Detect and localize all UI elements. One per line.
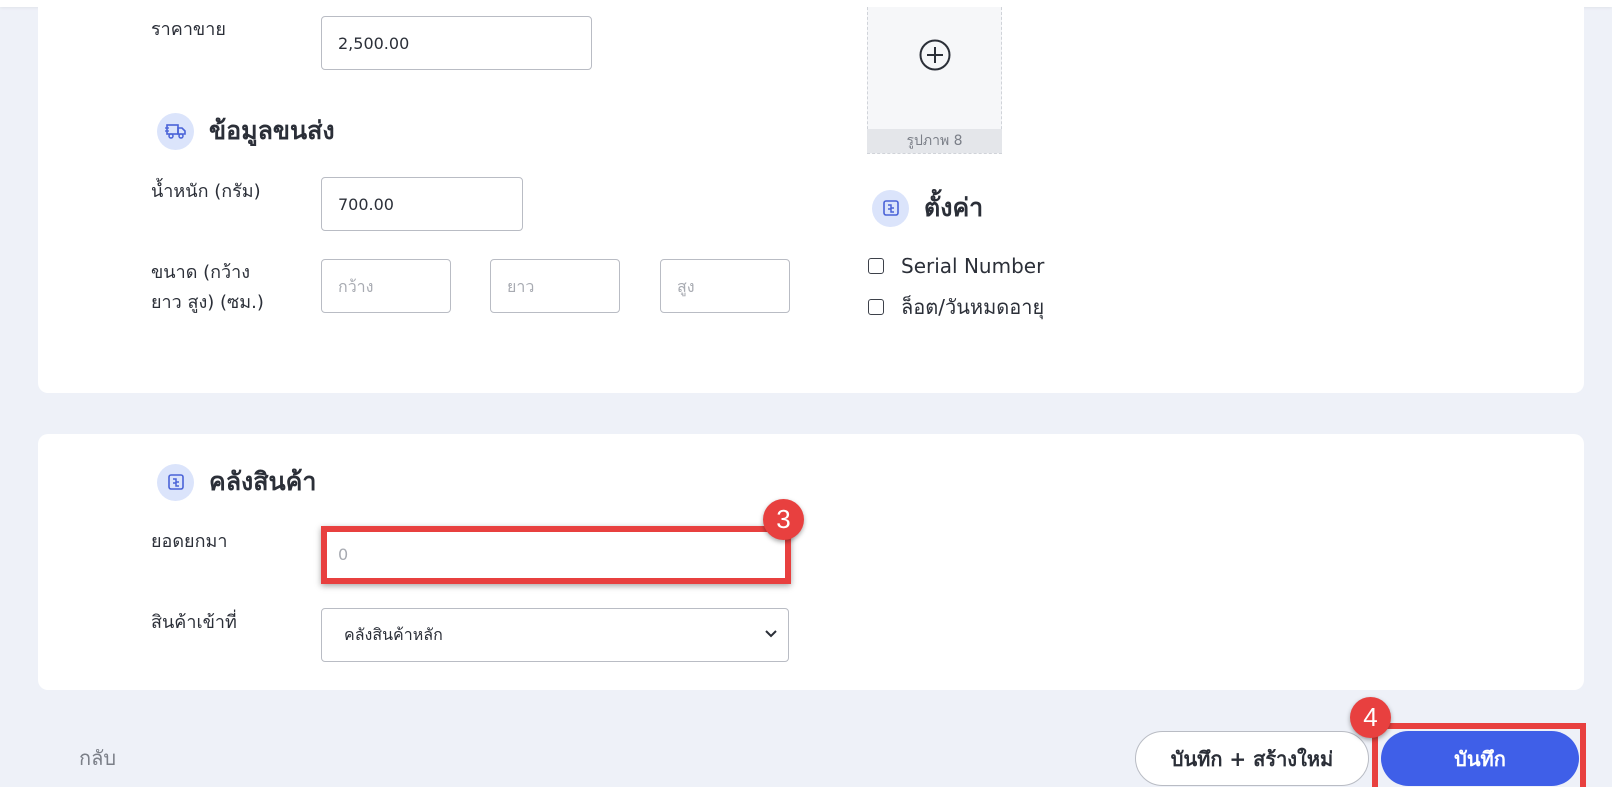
receive-into-label: สินค้าเข้าที่ — [151, 612, 237, 633]
shipping-section-header: ข้อมูลขนส่ง — [157, 111, 335, 151]
weight-input[interactable] — [321, 177, 523, 231]
serial-number-label: Serial Number — [901, 254, 1045, 278]
chevron-down-icon — [764, 626, 778, 645]
step-4-highlight — [1372, 723, 1586, 787]
sale-price-input[interactable] — [321, 16, 592, 70]
warehouse-select[interactable]: คลังสินค้าหลัก — [321, 608, 789, 662]
image-slot-caption: รูปภาพ 8 — [867, 129, 1002, 153]
product-details-card — [38, 0, 1584, 393]
step-3-badge: 3 — [763, 499, 804, 540]
height-input[interactable] — [660, 259, 790, 313]
settings-section-header: ตั้งค่า — [872, 188, 983, 228]
truck-icon — [157, 112, 194, 150]
warehouse-select-value: คลังสินค้าหลัก — [344, 624, 443, 644]
sale-price-label: ราคาขาย — [151, 19, 226, 40]
settings-icon — [872, 189, 909, 227]
warehouse-section-title: คลังสินค้า — [209, 467, 317, 496]
shipping-section-title: ข้อมูลขนส่ง — [209, 116, 335, 145]
back-link[interactable]: กลับ — [79, 742, 116, 774]
serial-number-checkbox[interactable] — [868, 258, 884, 274]
save-and-new-button[interactable]: บันทึก + สร้างใหม่ — [1135, 731, 1369, 786]
length-input[interactable] — [490, 259, 620, 313]
lot-expiry-label: ล็อต/วันหมดอายุ — [901, 295, 1045, 319]
lot-expiry-checkbox[interactable] — [868, 299, 884, 315]
size-label-line2: ยาว สูง) (ซม.) — [151, 292, 264, 313]
warehouse-icon — [157, 463, 194, 501]
width-input[interactable] — [321, 259, 451, 313]
weight-label: น้ำหนัก (กรัม) — [151, 181, 261, 202]
warehouse-section-header: คลังสินค้า — [157, 462, 316, 502]
opening-balance-label: ยอดยกมา — [151, 531, 228, 552]
serial-number-option[interactable]: Serial Number — [868, 254, 1044, 278]
settings-section-title: ตั้งค่า — [924, 193, 984, 222]
step-3-highlight — [321, 526, 791, 584]
step-4-badge: 4 — [1350, 697, 1391, 738]
size-label-line1: ขนาด (กว้าง — [151, 262, 251, 283]
lot-expiry-option[interactable]: ล็อต/วันหมดอายุ — [868, 291, 1044, 323]
plus-circle-icon[interactable] — [918, 38, 952, 76]
image-slot-8[interactable]: รูปภาพ 8 — [867, 7, 1002, 154]
